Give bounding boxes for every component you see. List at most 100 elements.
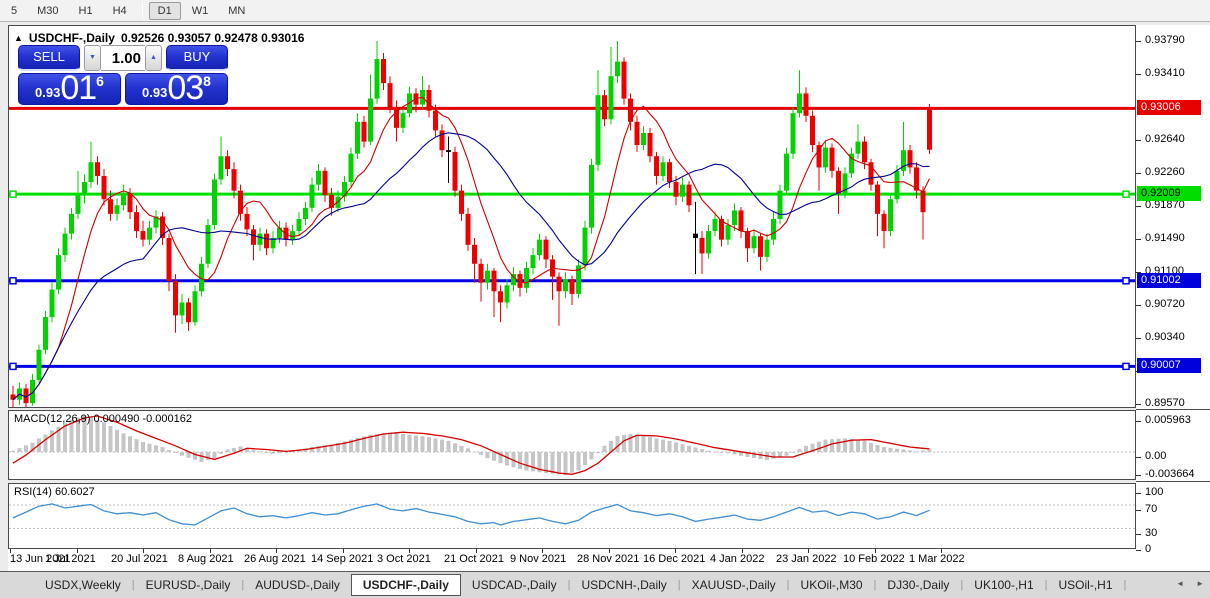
macd-pane[interactable]: MACD(12,26,9) 0.000490 -0.000162 <box>8 410 1136 480</box>
date-label: 26 Aug 2021 <box>244 553 306 565</box>
line-handle[interactable] <box>10 278 16 284</box>
tab-scroll-right-icon[interactable]: ► <box>1196 579 1204 588</box>
timeframe-5[interactable]: 5 <box>2 2 26 20</box>
axis-tick <box>1136 206 1141 207</box>
macd-axis-label: 0.00 <box>1145 450 1166 462</box>
collapse-icon[interactable]: ▲ <box>14 33 23 43</box>
timeframe-w1[interactable]: W1 <box>183 2 218 20</box>
axis-tick <box>1136 74 1141 75</box>
rsi-axis-label: 0 <box>1145 543 1151 555</box>
tab-audusd-daily[interactable]: AUDUSD-,Daily <box>244 574 351 596</box>
price-tick-label: 0.91490 <box>1145 232 1185 244</box>
axis-tick <box>1136 338 1141 339</box>
tab-usdcnh-daily[interactable]: USDCNH-,Daily <box>570 574 677 596</box>
horizontal-line-0.90007[interactable] <box>9 363 1135 369</box>
tab-usdcad-daily[interactable]: USDCAD-,Daily <box>461 574 568 596</box>
axis-tick <box>1136 404 1141 405</box>
date-label: 1 Mar 2022 <box>909 553 965 565</box>
price-line-badge: 0.90007 <box>1137 358 1201 373</box>
price-tick-label: 0.93790 <box>1145 34 1185 46</box>
tab-usdx-weekly[interactable]: USDX,Weekly <box>34 574 132 596</box>
line-handle[interactable] <box>1123 363 1129 369</box>
buy-price[interactable]: 0.93 03 8 <box>125 73 228 105</box>
tab-scroll-left-icon[interactable]: ◄ <box>1176 579 1184 588</box>
price-line-badge: 0.91002 <box>1137 273 1201 288</box>
line-handle[interactable] <box>1123 278 1129 284</box>
chart-title-row: ▲ USDCHF-,Daily 0.92526 0.93057 0.92478 … <box>14 31 304 45</box>
date-label: 16 Dec 2021 <box>643 553 705 565</box>
volume-input[interactable] <box>101 45 145 71</box>
timeframe-toolbar: 5M30H1H4 D1W1MN <box>0 0 1210 22</box>
mt4-window: 5M30H1H4 D1W1MN MACD(12,26,9) 0.000490 -0… <box>0 0 1210 598</box>
symbol-title: USDCHF-,Daily <box>29 31 115 45</box>
timeframe-d1[interactable]: D1 <box>149 2 181 20</box>
price-axis[interactable]: 0.937900.934100.926400.922600.918700.914… <box>1136 25 1210 571</box>
price-tick-label: 0.90720 <box>1145 298 1185 310</box>
chart-tab-bar: USDX,Weekly|EURUSD-,Daily|AUDUSD-,DailyU… <box>0 571 1210 598</box>
date-label: 3 Oct 2021 <box>377 553 431 565</box>
timeframe-h4[interactable]: H4 <box>104 2 136 20</box>
tab-dj30-daily[interactable]: DJ30-,Daily <box>876 574 960 596</box>
volume-stepper: ▼ ▲ <box>84 45 162 71</box>
price-line-badge: 0.92009 <box>1137 186 1201 201</box>
buy-price-prefix: 0.93 <box>142 85 167 100</box>
macd-axis-label: 0.005963 <box>1145 414 1191 426</box>
sell-price[interactable]: 0.93 01 6 <box>18 73 121 105</box>
axis-tick <box>1136 305 1141 306</box>
date-label: 4 Jan 2022 <box>710 553 764 565</box>
tab-eurusd-daily[interactable]: EURUSD-,Daily <box>135 574 242 596</box>
date-label: 9 Nov 2021 <box>510 553 566 565</box>
date-label: 23 Jan 2022 <box>776 553 837 565</box>
ohlc-readout: 0.92526 0.93057 0.92478 0.93016 <box>121 31 305 45</box>
buy-button[interactable]: BUY <box>166 45 228 71</box>
timeframe-h1[interactable]: H1 <box>70 2 102 20</box>
line-handle[interactable] <box>1123 191 1129 197</box>
sell-price-pip: 6 <box>96 73 104 89</box>
date-label: 8 Aug 2021 <box>178 553 234 565</box>
axis-tick <box>1136 140 1141 141</box>
rsi-axis-label: 100 <box>1145 486 1163 498</box>
rsi-label: RSI(14) 60.6027 <box>14 486 95 498</box>
date-axis[interactable]: 13 Jun 20211 Jul 202120 Jul 20218 Aug 20… <box>8 549 1136 571</box>
price-tick-label: 0.92640 <box>1145 133 1185 145</box>
date-label: 28 Nov 2021 <box>577 553 639 565</box>
date-label: 10 Feb 2022 <box>843 553 905 565</box>
rsi-axis-label: 70 <box>1145 503 1157 515</box>
timeframe-mn[interactable]: MN <box>219 2 254 20</box>
tab-ukoil-m30[interactable]: UKOil-,M30 <box>790 574 874 596</box>
macd-axis-label: -0.003664 <box>1145 468 1195 480</box>
buy-price-pip: 8 <box>203 73 211 89</box>
buy-price-big: 03 <box>167 73 203 103</box>
tab-usoil-h1[interactable]: USOil-,H1 <box>1048 574 1124 596</box>
one-click-trade-panel: SELL ▼ ▲ BUY 0.93 01 6 0.93 03 8 <box>18 45 228 105</box>
price-tick-label: 0.92260 <box>1145 166 1185 178</box>
tab-scroll-arrows: ◄ ► <box>1176 579 1204 588</box>
tab-uk100-h1[interactable]: UK100-,H1 <box>963 574 1044 596</box>
line-handle[interactable] <box>10 363 16 369</box>
date-label: 1 Jul 2021 <box>45 553 96 565</box>
tab-xauusd-daily[interactable]: XAUUSD-,Daily <box>681 574 787 596</box>
toolbar-separator <box>142 3 143 19</box>
rsi-pane[interactable]: RSI(14) 60.6027 <box>8 483 1136 549</box>
axis-tick <box>1136 41 1141 42</box>
rsi-chart <box>9 484 1135 548</box>
tab-usdchf-daily[interactable]: USDCHF-,Daily <box>351 574 461 596</box>
volume-decrease-icon[interactable]: ▼ <box>84 45 101 71</box>
price-tick-label: 0.89570 <box>1145 397 1185 409</box>
sell-button[interactable]: SELL <box>18 45 80 71</box>
date-label: 21 Oct 2021 <box>444 553 504 565</box>
rsi-line <box>13 504 930 525</box>
tab-separator: | <box>1124 579 1127 591</box>
axis-tick <box>1136 239 1141 240</box>
timeframe-m30[interactable]: M30 <box>28 2 67 20</box>
price-tick-label: 0.93410 <box>1145 67 1185 79</box>
horizontal-line-0.92009[interactable] <box>9 191 1135 197</box>
date-label: 20 Jul 2021 <box>111 553 168 565</box>
sell-price-big: 01 <box>60 73 96 103</box>
price-tick-label: 0.90340 <box>1145 331 1185 343</box>
line-handle[interactable] <box>10 191 16 197</box>
axis-tick <box>1136 173 1141 174</box>
sell-price-prefix: 0.93 <box>35 85 60 100</box>
volume-increase-icon[interactable]: ▲ <box>145 45 162 71</box>
price-line-badge: 0.93006 <box>1137 100 1201 115</box>
